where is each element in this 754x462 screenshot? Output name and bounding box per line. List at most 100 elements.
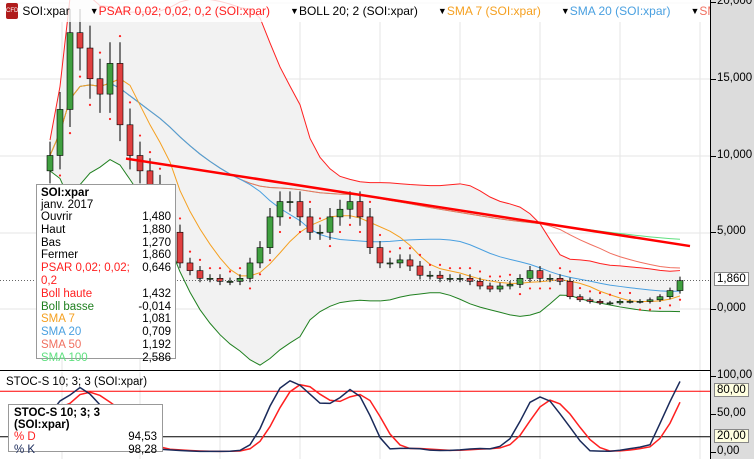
- legend-item[interactable]: SMA 7 (SOI:xpar): [447, 4, 541, 18]
- stoch-info-label: % D: [14, 431, 36, 443]
- psar-dot: [608, 293, 612, 296]
- legend-item[interactable]: BOLL 20; 2 (SOI:xpar): [299, 4, 418, 18]
- candle-body: [326, 216, 334, 233]
- info-row: SMA 20 0,709: [41, 326, 171, 339]
- legend-item[interactable]: PSAR 0,02; 0,02; 0,2 (SOI:xpar): [99, 4, 270, 18]
- info-value: 1,432: [142, 287, 171, 300]
- psar-dot: [308, 200, 312, 203]
- psar-dot: [58, 174, 62, 177]
- candle-body: [336, 208, 344, 218]
- info-row: Haut 1,880: [41, 224, 171, 237]
- psar-dot: [568, 270, 572, 273]
- candle-body: [286, 201, 294, 203]
- psar-dot: [68, 131, 72, 135]
- psar-dot: [328, 244, 332, 248]
- psar-dot: [118, 34, 122, 38]
- axis-label: 0,000: [717, 302, 746, 314]
- info-row: SMA 7 1,081: [41, 313, 171, 326]
- candle-body: [366, 216, 374, 248]
- candle-body: [396, 259, 404, 264]
- candle-body: [96, 78, 104, 95]
- stoch-info-label: % K: [14, 444, 36, 456]
- candle-body: [86, 47, 94, 80]
- psar-dot: [288, 216, 292, 219]
- axis-label: 50,00: [717, 407, 746, 419]
- chevron-down-icon[interactable]: ▼: [90, 6, 99, 16]
- candle-body: [126, 124, 134, 156]
- candle-body: [296, 201, 304, 218]
- axis-label: 0,00: [717, 445, 740, 457]
- info-value: 1,480: [142, 211, 171, 223]
- stoch-info-row: % D 94,53: [14, 431, 157, 444]
- psar-dot: [318, 217, 322, 220]
- info-label: Boll haute: [41, 287, 93, 300]
- psar-dot: [148, 151, 152, 154]
- legend-item[interactable]: SOI:xpar: [22, 4, 69, 18]
- candle-body: [66, 32, 74, 110]
- candle-body: [386, 262, 394, 265]
- info-date: janv. 2017: [41, 199, 94, 211]
- info-label: PSAR 0,02; 0,02; 0,2: [41, 262, 130, 287]
- candle-body: [646, 299, 654, 302]
- candle-body: [496, 285, 504, 290]
- info-label: SMA 7: [41, 313, 75, 326]
- info-label: SMA 20: [41, 326, 82, 339]
- psar-dot: [338, 230, 342, 234]
- candle-body: [446, 277, 454, 280]
- candle-body: [676, 280, 684, 291]
- level-label: 20,00: [714, 428, 749, 443]
- chevron-down-icon[interactable]: ▼: [561, 6, 570, 16]
- psar-dot: [648, 308, 652, 311]
- axis-label: 15,000: [717, 71, 753, 84]
- candle-body: [106, 63, 114, 95]
- psar-dot: [138, 134, 142, 137]
- candle-body: [356, 201, 364, 218]
- psar-dot: [458, 267, 462, 270]
- legend-item[interactable]: SMA 20 (SOI:xpar): [570, 4, 671, 18]
- legend-item[interactable]: SMA 50 (SOI:xpar): [699, 4, 710, 18]
- candle-body: [306, 216, 314, 233]
- candle-body: [566, 281, 574, 298]
- candle-body: [536, 270, 544, 279]
- psar-dot: [218, 267, 222, 270]
- info-label: Ouvrir: [41, 211, 73, 223]
- psar-dot: [188, 250, 192, 253]
- candle-body: [576, 296, 584, 301]
- stoch-legend: STOC-S 10; 3; 3 (SOI:xpar): [6, 376, 148, 388]
- psar-dot: [428, 263, 432, 266]
- chevron-down-icon[interactable]: ▼: [438, 6, 447, 16]
- psar-dot: [668, 304, 672, 307]
- psar-dot: [78, 75, 82, 78]
- candle-body: [196, 270, 204, 279]
- psar-dot: [478, 270, 482, 273]
- psar-dot: [628, 291, 632, 295]
- info-value: 1,860: [142, 249, 171, 262]
- chevron-down-icon[interactable]: ▼: [290, 6, 299, 16]
- info-label: SMA 100: [41, 351, 88, 364]
- psar-dot: [88, 103, 92, 106]
- candle-body: [416, 265, 424, 276]
- info-label: Bas: [41, 236, 61, 249]
- stoch-data-window: STOC-S 10; 3; 3 (SOI:xpar) % D 94,53 % K 98…: [8, 404, 163, 456]
- candle-body: [436, 274, 444, 279]
- psar-dot: [658, 307, 662, 310]
- psar-dot: [158, 167, 162, 170]
- psar-dot: [418, 253, 422, 257]
- psar-dot: [598, 291, 602, 295]
- candle-body: [606, 302, 614, 305]
- info-label: SMA 50: [41, 338, 82, 351]
- psar-dot: [258, 273, 262, 276]
- axis-tick: [711, 232, 716, 234]
- psar-dot: [488, 275, 492, 278]
- axis-label: 100,00: [717, 369, 753, 381]
- price-chart[interactable]: CFD SOI:xpar ▼ PSAR 0,02; 0,02; 0,2 (SOI:x…: [0, 0, 710, 371]
- price-axis[interactable]: 20,000 15,000 10,000 5,000 0,000 1,860 100,00 5…: [710, 0, 754, 459]
- cfd-icon: CFD: [6, 3, 19, 19]
- psar-dot: [368, 200, 372, 203]
- candle-body: [636, 301, 644, 303]
- info-row: PSAR 0,02; 0,02; 0,2 0,646: [41, 262, 171, 288]
- axis-tick: [711, 452, 716, 453]
- data-window: SOI:xpar janv. 2017 Ouvrir 1,480 Haut 1,880…: [36, 184, 176, 364]
- chevron-down-icon[interactable]: ▼: [691, 6, 700, 16]
- candle-body: [266, 216, 274, 248]
